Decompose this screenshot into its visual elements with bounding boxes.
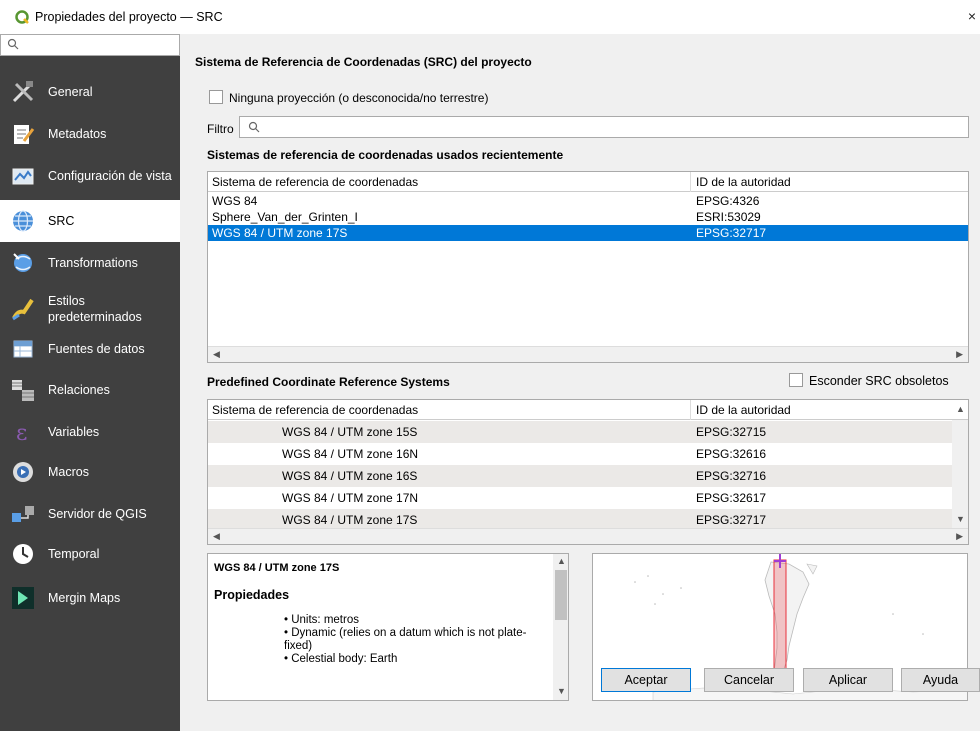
sidebar-item-transformations[interactable]: Transformations [0, 243, 180, 283]
crs-group-title: Sistema de Referencia de Coordenadas (SR… [195, 55, 532, 69]
sidebar-item-label: Fuentes de datos [48, 342, 145, 356]
vertical-scrollbar[interactable]: ▲ ▼ [952, 404, 968, 528]
scroll-up-icon[interactable]: ▲ [557, 556, 566, 566]
relations-icon [10, 377, 36, 403]
sidebar-item-label: Servidor de QGIS [48, 507, 147, 521]
property-item: • Units: metros [284, 614, 359, 626]
sidebar-item-general[interactable]: General [0, 72, 180, 112]
predefined-crs-header: Predefined Coordinate Reference Systems [207, 375, 450, 389]
apply-button[interactable]: Aplicar [803, 668, 893, 692]
sidebar-item-label: Temporal [48, 547, 100, 561]
properties-list: • Units: metros • Dynamic (relies on a d… [284, 614, 549, 666]
cancel-button[interactable]: Cancelar [704, 668, 794, 692]
scroll-down-icon[interactable]: ▼ [956, 514, 965, 524]
window-title: Propiedades del proyecto — SRC [35, 10, 223, 24]
table-row[interactable]: WGS 84 / UTM zone 15S EPSG:32715 [208, 421, 952, 443]
sidebar-item-label: Estilos predeterminados [48, 294, 142, 324]
property-item: • Dynamic (relies on a datum which is no… [284, 627, 527, 652]
sidebar-item-servidor-qgis[interactable]: Servidor de QGIS [0, 494, 180, 534]
help-button[interactable]: Ayuda [901, 668, 980, 692]
table-row[interactable]: WGS 84 / UTM zone 16S EPSG:32716 [208, 465, 952, 487]
svg-text:ε: ε [16, 421, 27, 445]
tools-icon [10, 79, 36, 105]
table-row[interactable]: WGS 84 / UTM zone 17N EPSG:32617 [208, 487, 952, 509]
sidebar-item-label: Configuración de vista [48, 169, 172, 183]
sidebar-item-temporal[interactable]: Temporal [0, 534, 180, 574]
sidebar-item-estilos[interactable]: Estilos predeterminados [0, 286, 180, 332]
no-projection-checkbox[interactable] [209, 90, 223, 104]
sidebar-item-mergin-maps[interactable]: Mergin Maps [0, 578, 180, 618]
column-divider [690, 172, 691, 192]
mergin-icon [10, 585, 36, 611]
title-bar: Propiedades del proyecto — SRC × [0, 0, 980, 34]
server-icon [10, 501, 36, 527]
macro-gear-icon [10, 459, 36, 485]
scroll-right-icon[interactable]: ▶ [956, 349, 963, 360]
horizontal-scrollbar[interactable]: ◀ ▶ [208, 528, 968, 544]
qgis-logo-icon [15, 10, 29, 24]
column-divider [690, 400, 691, 420]
sidebar-item-label: General [48, 85, 93, 99]
sidebar-search-input[interactable] [0, 34, 180, 56]
table-icon [10, 336, 36, 362]
map-view-icon [10, 163, 36, 189]
scroll-right-icon[interactable]: ▶ [956, 531, 963, 542]
globe-icon [10, 208, 36, 234]
property-item: • Celestial body: Earth [284, 653, 398, 665]
sidebar-item-label: SRC [48, 214, 75, 228]
sidebar-item-configuracion-vista[interactable]: Configuración de vista [0, 156, 180, 196]
ok-button[interactable]: Aceptar [601, 668, 691, 692]
sidebar-item-label: Mergin Maps [48, 591, 121, 605]
close-button[interactable]: × [968, 8, 976, 24]
sidebar-item-label: Transformations [48, 256, 138, 270]
hide-deprecated-checkbox[interactable] [789, 373, 803, 387]
sidebar-item-variables[interactable]: ε Variables [0, 412, 180, 452]
search-icon [7, 38, 19, 50]
sidebar-item-label: Variables [48, 425, 100, 439]
scroll-left-icon[interactable]: ◀ [213, 531, 220, 542]
sidebar-item-relaciones[interactable]: Relaciones [0, 370, 180, 410]
table-header: Sistema de referencia de coordenadas ID … [208, 400, 968, 420]
column-header-authority-id[interactable]: ID de la autoridad [696, 403, 791, 417]
table-header: Sistema de referencia de coordenadas ID … [208, 172, 968, 192]
search-icon [248, 121, 260, 133]
scroll-up-icon[interactable]: ▲ [956, 404, 965, 414]
sidebar: General Metadatos Configuración de vista… [0, 34, 180, 731]
sidebar-item-metadatos[interactable]: Metadatos [0, 114, 180, 154]
recent-crs-table[interactable]: Sistema de referencia de coordenadas ID … [207, 171, 969, 363]
clock-icon [10, 541, 36, 567]
sidebar-item-macros[interactable]: Macros [0, 452, 180, 492]
scrollbar-thumb[interactable] [555, 570, 567, 620]
column-header-crs[interactable]: Sistema de referencia de coordenadas [212, 403, 418, 417]
sidebar-item-label: Macros [48, 465, 89, 479]
recent-crs-header: Sistemas de referencia de coordenadas us… [207, 148, 564, 162]
horizontal-scrollbar[interactable]: ◀ ▶ [208, 346, 968, 362]
sidebar-item-src[interactable]: SRC [0, 200, 180, 242]
crs-panel: Sistema de Referencia de Coordenadas (SR… [195, 45, 980, 705]
sidebar-item-fuentes-datos[interactable]: Fuentes de datos [0, 329, 180, 369]
edit-document-icon [10, 121, 36, 147]
table-row[interactable]: WGS 84 / UTM zone 16N EPSG:32616 [208, 443, 952, 465]
epsilon-icon: ε [10, 419, 36, 445]
scroll-left-icon[interactable]: ◀ [213, 349, 220, 360]
hide-deprecated-label: Esconder SRC obsoletos [809, 374, 949, 388]
crs-info-panel: WGS 84 / UTM zone 17S Propiedades • Unit… [207, 553, 569, 701]
sidebar-item-label: Relaciones [48, 383, 110, 397]
sidebar-item-label: Metadatos [48, 127, 107, 141]
brush-icon [10, 296, 36, 322]
transform-globe-icon [10, 250, 36, 276]
filter-label: Filtro [207, 122, 234, 136]
predefined-crs-table[interactable]: Sistema de referencia de coordenadas ID … [207, 399, 969, 545]
table-row-selected[interactable]: WGS 84 / UTM zone 17S EPSG:32717 [208, 225, 968, 241]
filter-input[interactable] [239, 116, 969, 138]
table-row[interactable]: Sphere_Van_der_Grinten_I ESRI:53029 [208, 209, 968, 225]
properties-header: Propiedades [214, 588, 290, 602]
crs-info-title: WGS 84 / UTM zone 17S [214, 562, 340, 574]
no-projection-label: Ninguna proyección (o desconocida/no ter… [229, 91, 489, 105]
vertical-scrollbar[interactable]: ▲ ▼ [553, 554, 568, 700]
scroll-down-icon[interactable]: ▼ [557, 686, 566, 696]
column-header-crs[interactable]: Sistema de referencia de coordenadas [212, 175, 418, 189]
table-row[interactable]: WGS 84 EPSG:4326 [208, 193, 968, 209]
column-header-authority-id[interactable]: ID de la autoridad [696, 175, 791, 189]
